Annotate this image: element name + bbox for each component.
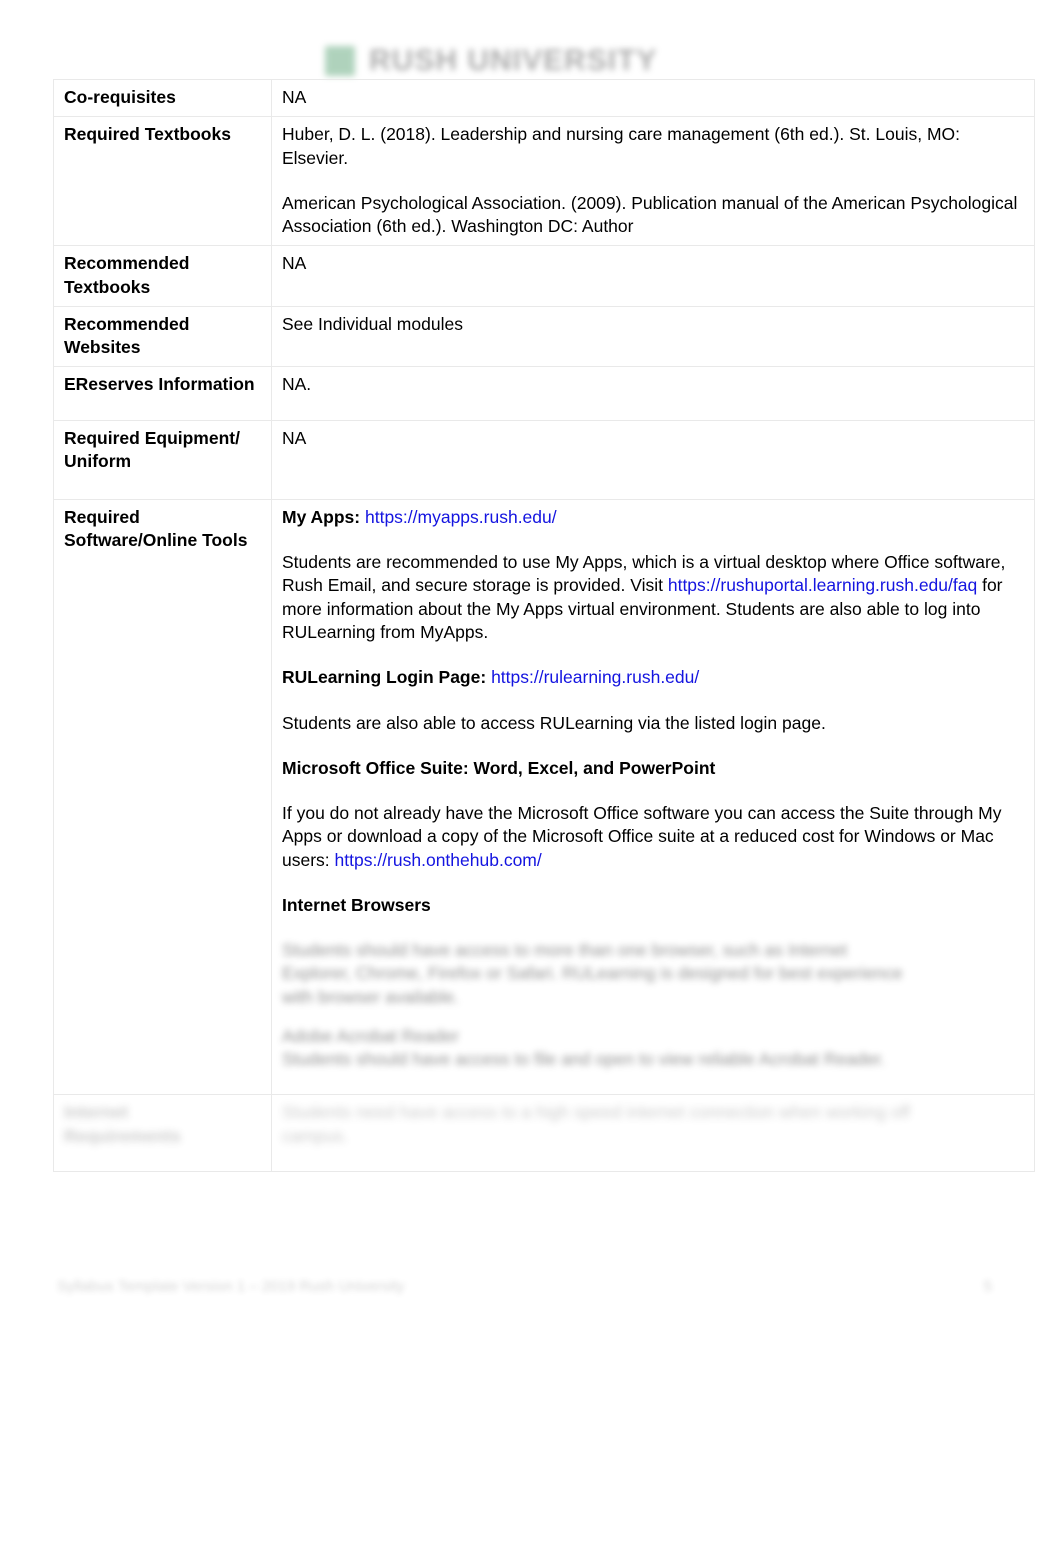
- syllabus-table: Co-requisites NA Required Textbooks Hube…: [53, 78, 1035, 1172]
- cell-paragraph: NA: [282, 427, 307, 448]
- row-label-line-redacted: Requirements: [64, 1125, 181, 1146]
- cell-spacer: [282, 397, 1024, 413]
- adobe-reader-text-redacted: Students should have access to file and …: [282, 1049, 886, 1070]
- microsoft-office-heading: Microsoft Office Suite: Word, Excel, and…: [282, 757, 716, 778]
- onthehub-link[interactable]: https://rush.onthehub.com/: [335, 850, 542, 870]
- table-row: Co-requisites NA: [53, 78, 1035, 118]
- my-apps-line: My Apps: https://myapps.rush.edu/: [282, 506, 1024, 529]
- row-value-required-textbooks: Huber, D. L. (2018). Leadership and nurs…: [271, 116, 1035, 247]
- cell-paragraph: NA: [282, 253, 307, 274]
- rulearning-line: RULearning Login Page: https://rulearnin…: [282, 666, 1024, 689]
- footer-page-number: 5: [983, 1278, 992, 1295]
- row-label-required-equipment-uniform: Required Equipment/ Uniform: [53, 419, 272, 500]
- row-label-required-software-online-tools: Required Software/Online Tools: [53, 498, 272, 1096]
- row-label-co-requisites: Co-requisites: [53, 78, 272, 118]
- row-value-required-software-online-tools: My Apps: https://myapps.rush.edu/ Studen…: [271, 498, 1035, 1096]
- row-value-line-redacted: campus.: [282, 1125, 349, 1146]
- table-row: EReserves Information NA.: [53, 366, 1035, 421]
- footer-template-version: Syllabus Template Version 1 – 2019 Rush …: [57, 1278, 405, 1295]
- rush-logo-mark-icon: [325, 46, 355, 76]
- page-footer: Syllabus Template Version 1 – 2019 Rush …: [57, 1278, 992, 1295]
- row-label-recommended-websites: Recommended Websites: [53, 305, 272, 368]
- row-label-required-textbooks: Required Textbooks: [53, 116, 272, 247]
- cell-spacer: [282, 1148, 1024, 1164]
- rulearning-description: Students are also able to access RULearn…: [282, 712, 826, 733]
- my-apps-link[interactable]: https://myapps.rush.edu/: [365, 507, 557, 527]
- row-value-recommended-websites: See Individual modules: [271, 305, 1035, 368]
- table-row: Recommended Textbooks NA: [53, 245, 1035, 307]
- my-apps-description: Students are recommended to use My Apps,…: [282, 551, 1024, 644]
- rulearning-link[interactable]: https://rulearning.rush.edu/: [491, 667, 699, 687]
- cell-paragraph: NA.: [282, 374, 312, 395]
- internet-browsers-text-redacted: with browser available.: [282, 986, 460, 1007]
- cell-spacer: [282, 450, 1024, 492]
- cell-paragraph: See Individual modules: [282, 313, 463, 334]
- cell-spacer: [282, 1071, 1024, 1087]
- table-row: Recommended Websites See Individual modu…: [53, 305, 1035, 368]
- internet-browsers-text-redacted: Explorer, Chrome, Firefox or Safari. RUL…: [282, 963, 903, 984]
- cell-paragraph: Huber, D. L. (2018). Leadership and nurs…: [282, 124, 961, 168]
- rush-university-logo: RUSH UNIVERSITY: [325, 44, 657, 78]
- row-value-recommended-textbooks: NA: [271, 245, 1035, 307]
- internet-browsers-text-redacted: Students should have access to more than…: [282, 940, 848, 961]
- rush-logo-text: RUSH UNIVERSITY: [369, 44, 658, 77]
- my-apps-faq-link[interactable]: https://rushuportal.learning.rush.edu/fa…: [668, 575, 977, 595]
- row-value-line-redacted: Students need have access to a high spee…: [282, 1102, 911, 1123]
- table-row: Required Textbooks Huber, D. L. (2018). …: [53, 116, 1035, 247]
- table-row: Required Software/Online Tools My Apps: …: [53, 498, 1035, 1096]
- cell-paragraph: American Psychological Association. (200…: [282, 192, 1018, 237]
- cell-spacer: [282, 336, 1024, 352]
- rulearning-label: RULearning Login Page:: [282, 667, 487, 688]
- row-label-ereserves-information: EReserves Information: [53, 366, 272, 421]
- row-label-recommended-textbooks: Recommended Textbooks: [53, 245, 272, 307]
- row-value-ereserves-information: NA.: [271, 366, 1035, 421]
- cell-spacer: [282, 1009, 1024, 1025]
- row-value-internet-requirements-redacted: Students need have access to a high spee…: [271, 1094, 1035, 1172]
- internet-browsers-heading: Internet Browsers: [282, 894, 431, 915]
- cell-spacer: [282, 276, 1024, 292]
- row-value-co-requisites: NA: [271, 78, 1035, 118]
- microsoft-office-description: If you do not already have the Microsoft…: [282, 802, 1024, 872]
- cell-paragraph: NA: [282, 87, 307, 107]
- document-page: RUSH UNIVERSITY Co-requisites NA Require…: [0, 0, 1062, 1556]
- table-row: Required Equipment/ Uniform NA: [53, 419, 1035, 500]
- row-value-required-equipment-uniform: NA: [271, 419, 1035, 500]
- row-label-line-redacted: Internet: [64, 1102, 129, 1123]
- table-row: Internet Requirements Students need have…: [53, 1094, 1035, 1172]
- row-label-internet-requirements-redacted: Internet Requirements: [53, 1094, 272, 1172]
- my-apps-label: My Apps:: [282, 506, 361, 527]
- adobe-reader-heading-redacted: Adobe Acrobat Reader: [282, 1025, 460, 1046]
